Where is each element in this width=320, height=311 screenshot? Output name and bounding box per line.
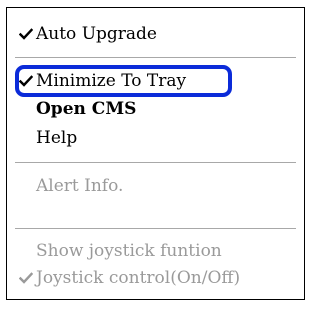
menu-item-help[interactable]: Help [7, 124, 304, 152]
menu-separator [15, 228, 296, 229]
checkmark-icon [19, 264, 33, 292]
menu-item-label: Alert Info. [36, 176, 124, 196]
menu-item-label: Show joystick funtion [36, 241, 222, 261]
menu-item-joystick-control: Joystick control(On/Off) [7, 264, 304, 292]
menu-item-alert-info: Alert Info. [7, 172, 304, 200]
context-menu: Auto Upgrade Minimize To Tray Open CMS H… [6, 7, 305, 300]
checkmark-icon [19, 20, 33, 48]
menu-separator [15, 57, 296, 58]
menu-item-label: Help [36, 128, 78, 148]
highlight-ring [15, 65, 232, 97]
menu-item-label: Open CMS [36, 99, 137, 119]
menu-item-show-joystick-function: Show joystick funtion [7, 237, 304, 265]
menu-item-auto-upgrade[interactable]: Auto Upgrade [7, 20, 304, 48]
menu-separator [15, 162, 296, 163]
menu-item-open-cms[interactable]: Open CMS [7, 95, 304, 123]
menu-item-label: Auto Upgrade [36, 24, 157, 44]
menu-item-label: Joystick control(On/Off) [36, 268, 241, 288]
